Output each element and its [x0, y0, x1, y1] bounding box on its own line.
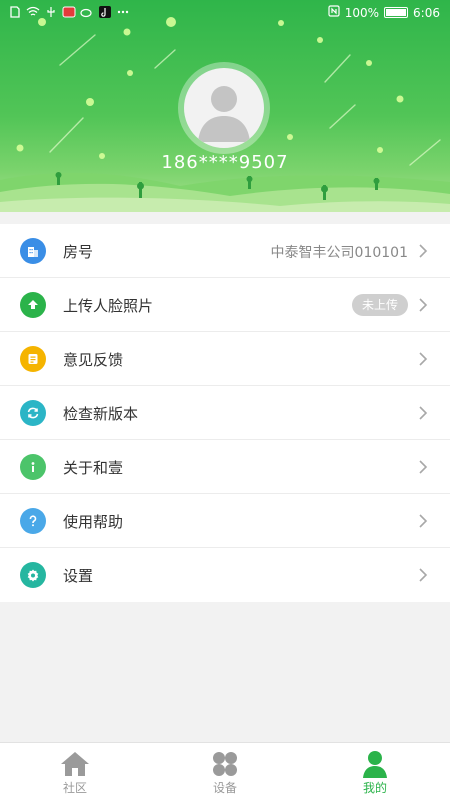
nfc-icon: [328, 5, 340, 20]
avatar-placeholder-icon: [184, 68, 264, 148]
help-icon: [20, 508, 46, 534]
chevron-right-icon: [419, 298, 428, 312]
more-notifications-icon: [116, 5, 130, 19]
menu-item-about[interactable]: 关于和壹: [0, 440, 450, 494]
menu-label: 检查新版本: [63, 405, 139, 423]
status-icons-left: [8, 5, 130, 19]
nav-tab-devices[interactable]: 设备: [150, 743, 300, 800]
nav-tab-mine[interactable]: 我的: [300, 743, 450, 800]
nav-label: 社区: [62, 781, 87, 795]
chevron-right-icon: [419, 568, 428, 582]
person-icon: [363, 751, 387, 778]
chevron-right-icon: [419, 460, 428, 474]
nav-label: 我的: [362, 781, 387, 795]
chevron-right-icon: [419, 406, 428, 420]
usb-icon: [44, 5, 58, 19]
battery-icon: [384, 7, 409, 18]
sim-icon: [8, 5, 22, 19]
menu-item-help[interactable]: 使用帮助: [0, 494, 450, 548]
home-icon: [61, 752, 89, 776]
menu-item-settings[interactable]: 设置: [0, 548, 450, 602]
user-phone: 186****9507: [161, 152, 289, 173]
weibo-icon: [80, 5, 94, 19]
chevron-right-icon: [419, 352, 428, 366]
status-bar: 100% 6:06: [0, 0, 450, 26]
menu-item-feedback[interactable]: 意见反馈: [0, 332, 450, 386]
info-icon: [20, 454, 46, 480]
battery-percent: 100%: [344, 5, 380, 20]
building-icon: [20, 238, 46, 264]
status-icons-right: 100% 6:06: [328, 5, 440, 20]
chevron-right-icon: [419, 514, 428, 528]
nav-label: 设备: [212, 781, 237, 795]
app-notification-icon: [62, 5, 76, 19]
menu-label: 上传人脸照片: [63, 297, 154, 315]
upload-status-badge: 未上传: [351, 294, 408, 316]
tiktok-icon: [98, 5, 112, 19]
menu-label: 使用帮助: [63, 513, 124, 531]
bottom-navigation: 社区 设备 我的: [0, 742, 450, 800]
profile-menu: 房号 中泰智丰公司010101 上传人脸照片 未上传 意见反馈 检查新版本 关于…: [0, 224, 450, 602]
menu-label: 房号: [63, 243, 94, 261]
menu-label: 设置: [63, 567, 94, 585]
upload-icon: [20, 292, 46, 318]
menu-item-check-update[interactable]: 检查新版本: [0, 386, 450, 440]
refresh-icon: [20, 400, 46, 426]
menu-label: 意见反馈: [63, 351, 124, 369]
wifi-icon: [26, 5, 40, 19]
avatar[interactable]: [178, 62, 270, 154]
gear-icon: [20, 562, 46, 588]
feedback-icon: [20, 346, 46, 372]
room-number-value: 中泰智丰公司010101: [270, 245, 408, 261]
nav-tab-community[interactable]: 社区: [0, 743, 150, 800]
chevron-right-icon: [419, 244, 428, 258]
clock: 6:06: [413, 5, 440, 20]
menu-item-room[interactable]: 房号 中泰智丰公司010101: [0, 224, 450, 278]
menu-item-upload-face[interactable]: 上传人脸照片 未上传: [0, 278, 450, 332]
menu-label: 关于和壹: [63, 459, 124, 477]
grid-icon: [213, 752, 237, 776]
profile-header: 100% 6:06 186****9507: [0, 0, 450, 212]
